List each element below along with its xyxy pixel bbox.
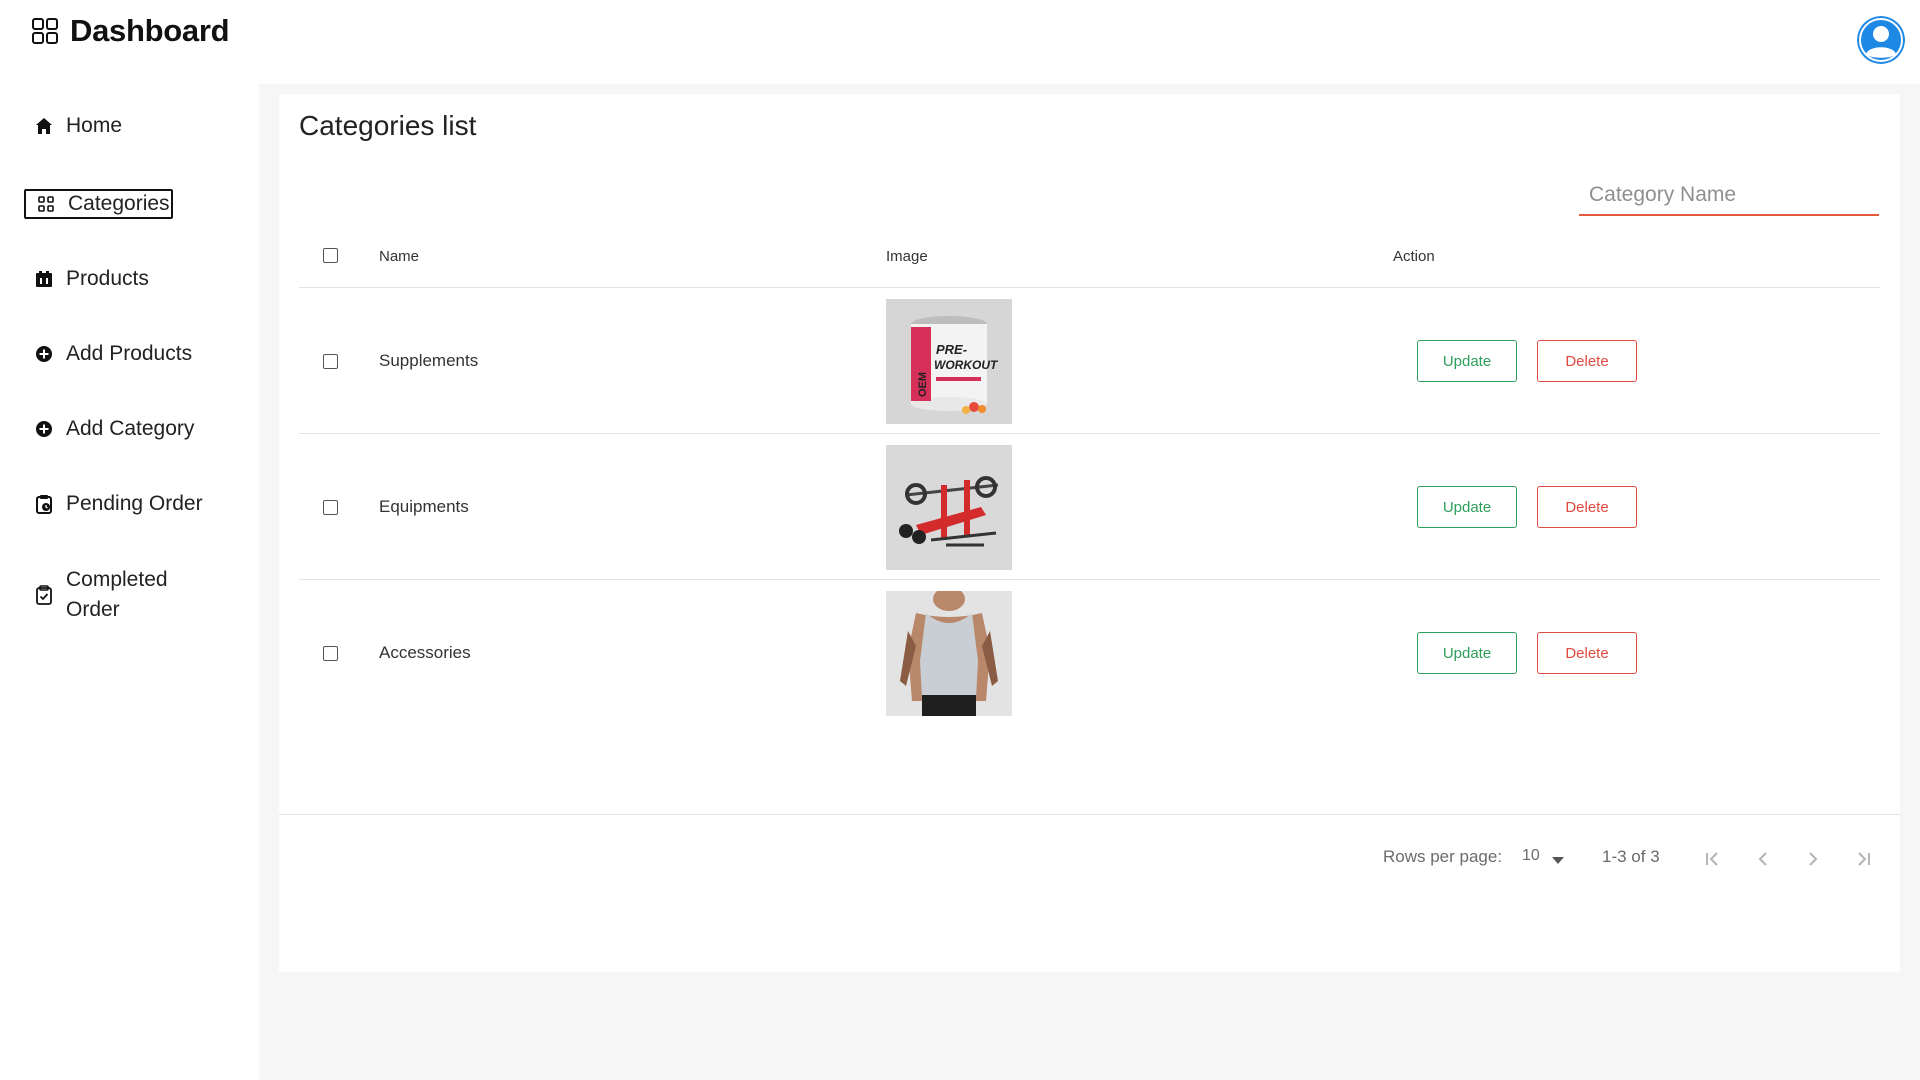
sidebar-item-completed-order[interactable]: Completed Order: [24, 562, 206, 628]
table-header-row: Name Image Action: [299, 228, 1880, 288]
table-row: Supplements PRE- WORKOUT OEM Update Dele…: [299, 288, 1880, 434]
row-checkbox[interactable]: [323, 354, 338, 369]
sidebar-item-pending-order[interactable]: Pending Order: [24, 489, 213, 519]
category-name-search-input[interactable]: [1579, 176, 1879, 214]
update-button[interactable]: Update: [1417, 340, 1517, 382]
category-image-accessories: [886, 591, 1012, 716]
category-image-equipments: [886, 445, 1012, 570]
category-name: Supplements: [379, 351, 479, 370]
previous-page-icon[interactable]: [1749, 845, 1777, 873]
plus-circle-icon: [34, 419, 54, 439]
rows-per-page-select[interactable]: 10: [1522, 847, 1540, 865]
box-icon: [34, 269, 54, 289]
sidebar-item-label: Home: [66, 114, 123, 137]
sidebar-item-label: Add Products: [66, 342, 193, 365]
delete-button[interactable]: Delete: [1537, 632, 1637, 674]
table-row: Equipments Update Delete: [299, 434, 1880, 580]
last-page-icon[interactable]: [1849, 845, 1877, 873]
grid-icon: [32, 18, 58, 44]
sidebar-item-label: Products: [66, 267, 149, 290]
column-header-action: Action: [1393, 248, 1435, 265]
app-title: Dashboard: [70, 13, 230, 48]
pagination-divider: [279, 814, 1900, 815]
pagination-range: 1-3 of 3: [1602, 847, 1660, 866]
first-page-icon[interactable]: [1699, 845, 1727, 873]
row-checkbox[interactable]: [323, 646, 338, 661]
select-all-checkbox[interactable]: [323, 248, 338, 263]
sidebar-item-categories[interactable]: Categories: [24, 189, 173, 219]
brand: Dashboard: [32, 13, 230, 49]
sidebar-item-home[interactable]: Home: [24, 111, 132, 141]
page-title: Categories list: [299, 110, 477, 141]
update-button[interactable]: Update: [1417, 632, 1517, 674]
column-header-name: Name: [379, 248, 420, 265]
rows-per-page-label: Rows per page:: [1383, 847, 1503, 866]
clipboard-pending-icon: [34, 494, 54, 514]
column-header-image: Image: [886, 248, 928, 265]
sidebar: Home Categories Products Add Products Ad…: [0, 84, 259, 1080]
next-page-icon[interactable]: [1799, 845, 1827, 873]
sidebar-item-products[interactable]: Products: [24, 264, 159, 294]
sidebar-item-add-products[interactable]: Add Products: [24, 339, 202, 369]
plus-circle-icon: [34, 344, 54, 364]
caret-down-icon[interactable]: [1552, 850, 1564, 870]
sidebar-item-add-category[interactable]: Add Category: [24, 414, 204, 444]
clipboard-check-icon: [34, 585, 54, 605]
categories-card: Categories list Name Image Action Supple…: [279, 94, 1900, 972]
categories-table: Name Image Action Supplements PRE- WORKO…: [299, 228, 1880, 726]
table-row: Accessories Update Delete: [299, 580, 1880, 726]
row-checkbox[interactable]: [323, 500, 338, 515]
sidebar-item-label: Completed Order: [66, 568, 168, 621]
grid-icon: [36, 194, 56, 214]
svg-text:WORKOUT: WORKOUT: [934, 358, 999, 372]
home-icon: [34, 116, 54, 136]
update-button[interactable]: Update: [1417, 486, 1517, 528]
search-field: [1579, 176, 1879, 216]
svg-text:PRE-: PRE-: [936, 342, 967, 357]
sidebar-item-label: Categories: [68, 192, 170, 215]
category-name: Accessories: [379, 643, 471, 662]
pagination: Rows per page: 10 1-3 of 3: [279, 839, 1900, 879]
category-name: Equipments: [379, 497, 469, 516]
top-bar: Dashboard: [0, 0, 1920, 84]
user-avatar-icon[interactable]: [1857, 16, 1905, 64]
delete-button[interactable]: Delete: [1537, 340, 1637, 382]
svg-text:OEM: OEM: [917, 372, 929, 397]
sidebar-item-label: Add Category: [66, 417, 195, 440]
sidebar-item-label: Pending Order: [66, 492, 203, 515]
category-image-supplements: PRE- WORKOUT OEM: [886, 299, 1012, 424]
delete-button[interactable]: Delete: [1537, 486, 1637, 528]
